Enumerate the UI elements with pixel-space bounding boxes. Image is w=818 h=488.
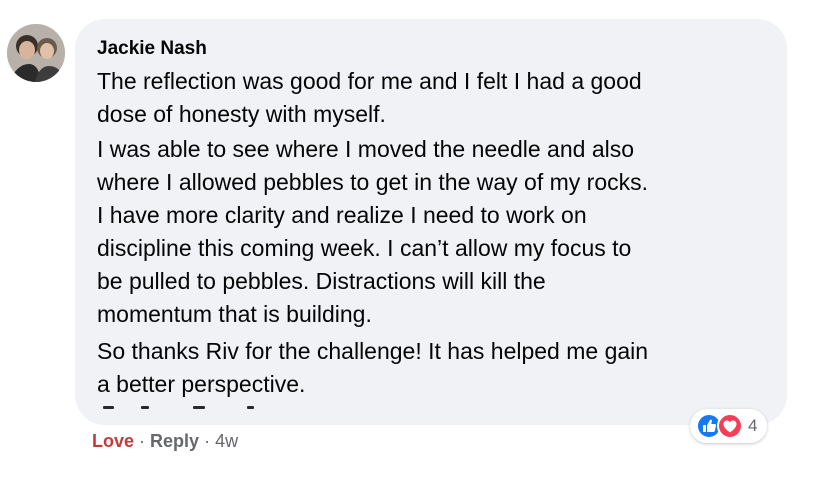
comment-actions: Love · Reply · 4w <box>92 430 238 452</box>
comment-line: The reflection was good for me and I fel… <box>97 68 642 94</box>
reactions-summary[interactable]: 4 <box>690 409 768 443</box>
comment-line: momentum that is building. <box>97 301 372 327</box>
comment-paragraph: The reflection was good for me and I fel… <box>97 65 642 131</box>
comment-line: be pulled to pebbles. Distractions will … <box>97 268 546 294</box>
comment-line: a better perspective. <box>97 371 306 397</box>
separator: · <box>139 431 146 451</box>
comment-line: dose of honesty with myself. <box>97 101 386 127</box>
reply-button[interactable]: Reply <box>150 431 199 451</box>
comment-line: I have more clarity and realize I need t… <box>97 202 587 228</box>
truncated-text-line <box>97 400 287 410</box>
comment-paragraph: So thanks Riv for the challenge! It has … <box>97 335 648 401</box>
profile-photo <box>7 24 65 82</box>
comment-line: So thanks Riv for the challenge! It has … <box>97 338 649 364</box>
comment-line: where I allowed pebbles to get in the wa… <box>97 169 649 195</box>
avatar[interactable] <box>7 24 65 82</box>
heart-icon <box>717 413 743 439</box>
comment-author[interactable]: Jackie Nash <box>97 38 207 60</box>
comment-line: discipline this coming week. I can’t all… <box>97 235 632 261</box>
comment-bubble: Jackie Nash The reflection was good for … <box>75 19 787 425</box>
comment-paragraph: I was able to see where I moved the need… <box>97 133 648 331</box>
reaction-count: 4 <box>748 416 758 435</box>
comment-line: I was able to see where I moved the need… <box>97 136 635 162</box>
separator: · <box>204 431 211 451</box>
comment-timestamp[interactable]: 4w <box>215 431 238 451</box>
love-button[interactable]: Love <box>92 431 134 451</box>
